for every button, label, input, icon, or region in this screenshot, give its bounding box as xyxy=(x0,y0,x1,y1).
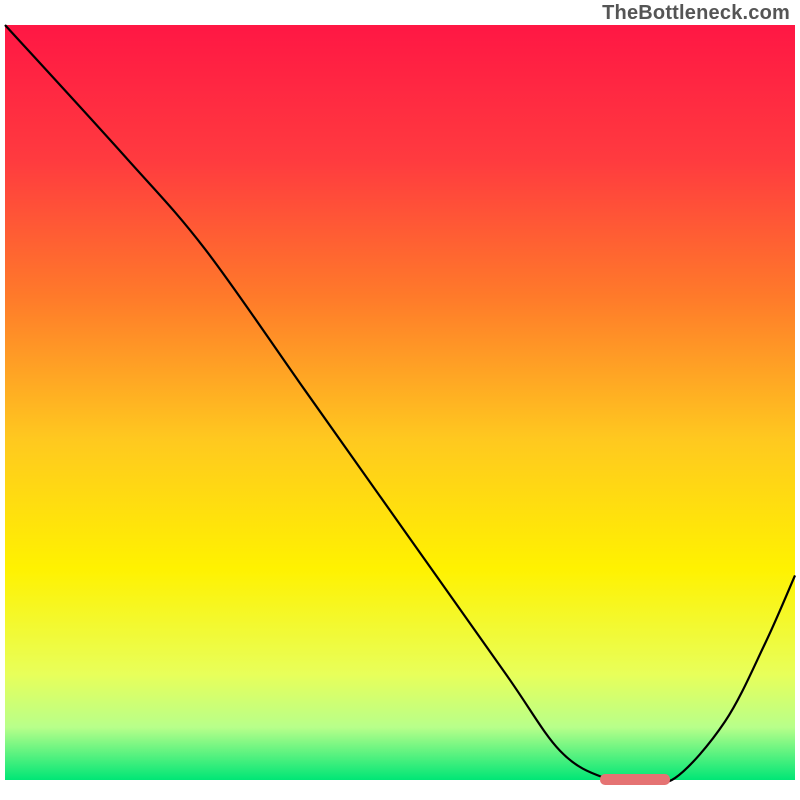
baseline-strip xyxy=(5,780,795,795)
plot-background xyxy=(5,25,795,780)
bottleneck-chart xyxy=(0,0,800,800)
chart-root: TheBottleneck.com xyxy=(0,0,800,800)
watermark-text: TheBottleneck.com xyxy=(602,2,790,25)
optimal-range-marker xyxy=(600,774,670,785)
